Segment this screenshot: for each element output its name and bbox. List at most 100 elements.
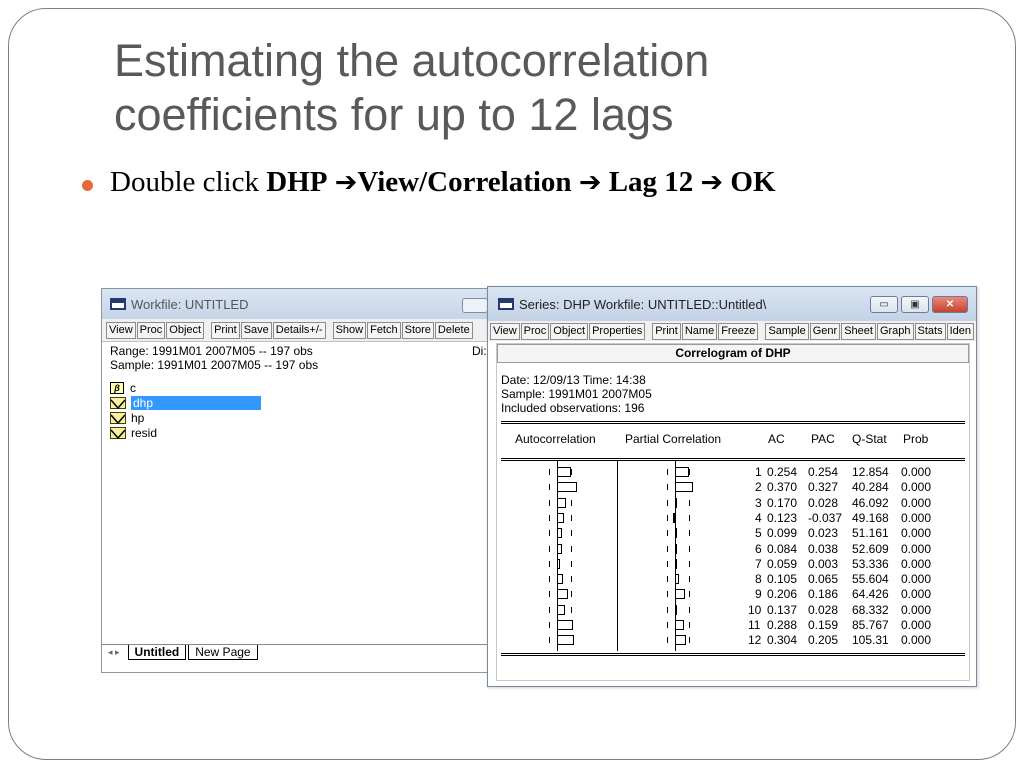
confidence-tick (667, 530, 668, 537)
ac-value: 0.059 (767, 556, 798, 571)
qstat-value: 105.31 (852, 633, 889, 648)
confidence-tick (571, 530, 572, 537)
prob-value: 0.000 (901, 480, 932, 495)
minimize-button[interactable]: ▭ (870, 296, 898, 313)
confidence-tick (667, 514, 668, 521)
prob-value: 0.000 (901, 556, 932, 571)
bullet-dot-icon (82, 180, 93, 191)
qstat-value: 85.767 (852, 618, 889, 632)
toolbar-button-iden[interactable]: Iden (946, 322, 975, 340)
confidence-tick (667, 637, 668, 644)
lag-number: 11 (748, 618, 761, 632)
toolbar-button-sample[interactable]: Sample (765, 322, 809, 340)
correlogram-panel: Correlogram of DHP Date: 12/09/13 Time: … (496, 343, 970, 681)
confidence-tick (689, 606, 690, 613)
toolbar-button-view[interactable]: View (490, 322, 520, 340)
ac-value: 0.206 (767, 587, 798, 602)
toolbar-button-object[interactable]: Object (550, 322, 589, 340)
correlogram-date: Date: 12/09/13 Time: 14:38 (501, 373, 646, 387)
confidence-tick (667, 606, 668, 613)
pac-value: 0.159 (808, 618, 839, 632)
pac-bar (675, 467, 689, 477)
confidence-tick (689, 560, 690, 567)
column-headers: Autocorrelation Partial Correlation AC P… (497, 424, 969, 452)
series-window[interactable]: Series: DHP Workfile: UNTITLED::Untitled… (487, 286, 977, 687)
toolbar-button-name[interactable]: Name (681, 322, 718, 340)
correlogram-row: 12 0.304 0.205 105.31 0.000 (497, 633, 971, 648)
pac-bar (672, 512, 675, 523)
toolbar-button-graph[interactable]: Graph (876, 322, 914, 340)
pac-value: 0.023 (808, 526, 839, 541)
ac-value: 0.123 (767, 510, 798, 525)
col-autocorrelation: Autocorrelation (515, 432, 596, 446)
lag-number: 9 (755, 587, 762, 602)
tab-untitled[interactable]: Untitled (127, 645, 187, 660)
confidence-tick (571, 576, 572, 583)
toolbar-button-save[interactable]: Save (240, 321, 272, 339)
workfile-object-hp[interactable]: hp (110, 410, 492, 425)
bullet-ok: OK (730, 166, 776, 198)
pac-bar (675, 620, 684, 630)
workfile-object-c[interactable]: βc (110, 380, 492, 395)
ac-bar (557, 512, 564, 523)
confidence-tick (571, 591, 572, 598)
correlogram-row: 8 0.105 0.065 55.604 0.000 (497, 572, 971, 587)
toolbar-button-stats[interactable]: Stats (914, 322, 946, 340)
workfile-object-dhp[interactable]: dhp (110, 395, 492, 410)
title-line-2: coefficients for up to 12 lags (114, 89, 674, 140)
bullet-view: View/Correlation (357, 166, 572, 198)
toolbar-button-print[interactable]: Print (211, 321, 240, 339)
ac-value: 0.170 (767, 495, 798, 510)
confidence-tick (571, 545, 572, 552)
confidence-tick (571, 499, 572, 506)
arrow-icon: ➔ (578, 167, 602, 198)
ac-bar (557, 497, 567, 508)
correlogram-included: Included observations: 196 (501, 401, 645, 415)
minimize-button[interactable] (462, 298, 488, 313)
workfile-object-resid[interactable]: resid (110, 425, 492, 440)
correlogram-header: Correlogram of DHP (497, 344, 969, 363)
ac-bar (557, 574, 563, 585)
toolbar-button-genr[interactable]: Genr (809, 322, 841, 340)
series-icon (110, 396, 126, 409)
toolbar-button-delete[interactable]: Delete (434, 321, 473, 339)
toolbar-button-properties[interactable]: Properties (589, 322, 646, 340)
toolbar-button-show[interactable]: Show (332, 321, 367, 339)
maximize-button[interactable]: ▣ (901, 296, 929, 313)
tab-scroll-arrows-icon[interactable]: ◂ ▸ (108, 647, 120, 658)
workfile-window[interactable]: Workfile: UNTITLED View Proc Object Print Sa… (101, 288, 501, 673)
toolbar-button-print[interactable]: Print (652, 322, 681, 340)
confidence-tick (689, 576, 690, 583)
pac-value: 0.205 (808, 633, 839, 648)
pac-value: 0.028 (808, 495, 839, 510)
prob-value: 0.000 (901, 572, 932, 587)
toolbar-button-fetch[interactable]: Fetch (367, 321, 401, 339)
close-button[interactable]: ✕ (932, 296, 968, 313)
qstat-value: 52.609 (852, 541, 889, 556)
series-title: Series: DHP Workfile: UNTITLED::Untitled… (519, 296, 767, 312)
toolbar-button-proc[interactable]: Proc (520, 322, 550, 340)
pac-value: 0.065 (808, 572, 839, 587)
pac-bar (675, 558, 677, 569)
confidence-tick (549, 484, 550, 491)
toolbar-button-freeze[interactable]: Freeze (718, 322, 759, 340)
toolbar-button-view[interactable]: View (106, 321, 136, 339)
toolbar-button-store[interactable]: Store (401, 321, 434, 339)
toolbar-button-proc[interactable]: Proc (136, 321, 166, 339)
confidence-tick (549, 591, 550, 598)
toolbar-button-object[interactable]: Object (166, 321, 205, 339)
workfile-titlebar[interactable]: Workfile: UNTITLED (102, 289, 500, 319)
ac-bar (557, 589, 569, 600)
confidence-tick (549, 514, 550, 521)
pac-value: 0.028 (808, 602, 839, 617)
workfile-display-label: Di: (472, 344, 487, 358)
toolbar-button-details-[interactable]: Details+/- (272, 321, 326, 339)
tab-new-page[interactable]: New Page (188, 645, 258, 660)
workfile-tabs: ◂ ▸ Untitled New Page (102, 644, 500, 660)
confidence-tick (689, 545, 690, 552)
series-titlebar[interactable]: Series: DHP Workfile: UNTITLED::Untitled… (488, 287, 976, 321)
pac-value: -0.037 (808, 510, 843, 525)
qstat-value: 46.092 (852, 495, 889, 510)
toolbar-button-sheet[interactable]: Sheet (841, 322, 876, 340)
object-name: c (130, 380, 136, 395)
